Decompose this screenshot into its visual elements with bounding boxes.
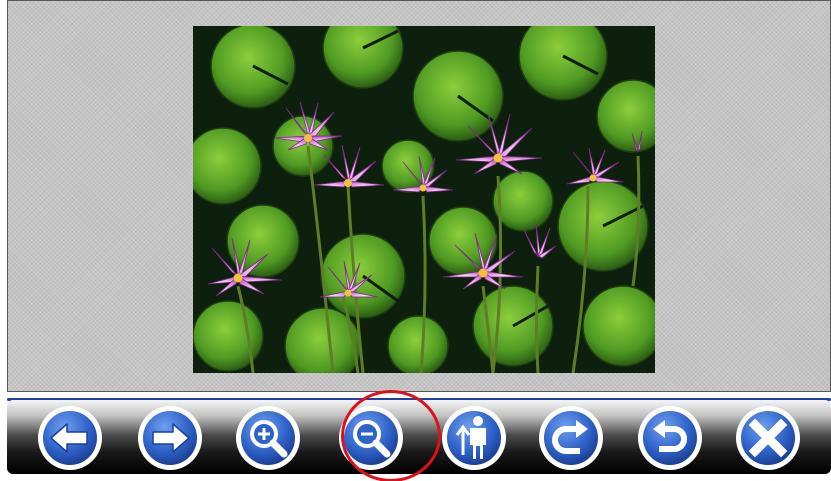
photo-image bbox=[193, 26, 655, 373]
rotate-clockwise-button[interactable] bbox=[538, 405, 604, 471]
image-viewport[interactable] bbox=[7, 0, 831, 392]
close-icon bbox=[736, 406, 800, 470]
rotate-counterclockwise-button[interactable] bbox=[637, 405, 703, 471]
zoom-out-icon bbox=[339, 406, 403, 470]
person-icon bbox=[442, 406, 506, 470]
close-button[interactable] bbox=[735, 405, 801, 471]
photo-viewer-window bbox=[0, 0, 831, 481]
water-lily-photo bbox=[193, 26, 655, 373]
toolbar-background bbox=[7, 400, 831, 474]
arrow-left-icon bbox=[38, 406, 102, 470]
viewer-toolbar bbox=[0, 392, 831, 481]
next-button[interactable] bbox=[137, 405, 203, 471]
arrow-right-icon bbox=[138, 406, 202, 470]
zoom-in-button[interactable] bbox=[235, 405, 301, 471]
zoom-out-button[interactable] bbox=[338, 405, 404, 471]
rotate-right-icon bbox=[539, 406, 603, 470]
previous-button[interactable] bbox=[37, 405, 103, 471]
actual-size-button[interactable] bbox=[441, 405, 507, 471]
rotate-left-icon bbox=[638, 406, 702, 470]
zoom-in-icon bbox=[236, 406, 300, 470]
